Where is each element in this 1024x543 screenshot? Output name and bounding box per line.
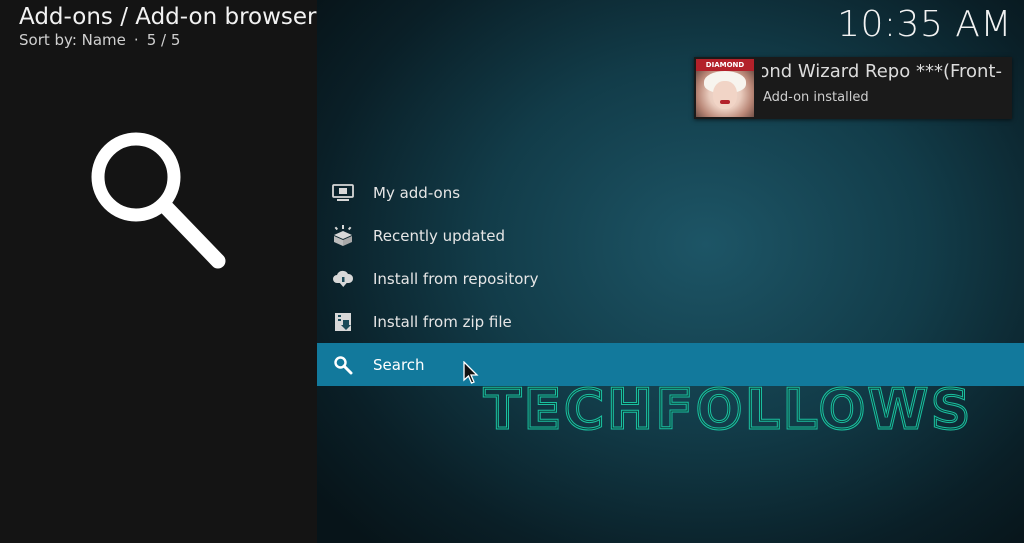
- menu-item-label: Install from zip file: [373, 312, 512, 331]
- notification-toast: DIAMOND REPO ond Wizard Repo ***(Front- …: [694, 57, 1012, 119]
- addon-thumbnail: DIAMOND REPO: [696, 59, 754, 117]
- watermark-text-inner: TECHFOLLOWS: [484, 380, 972, 440]
- menu-item-my-addons[interactable]: My add-ons: [317, 171, 1024, 214]
- search-illustration-icon: [91, 132, 226, 269]
- separator: ·: [133, 31, 139, 49]
- cloud-download-icon: [332, 268, 354, 290]
- notification-title: ond Wizard Repo ***(Front-: [762, 61, 1002, 82]
- watermark-logo: TECHFOLLOWS TECHFOLLOWS: [483, 380, 972, 440]
- menu-item-install-from-zip[interactable]: Install from zip file: [317, 300, 1024, 343]
- sort-info: Sort by: Name · 5 / 5: [19, 31, 180, 49]
- sort-label: Sort by: Name: [19, 31, 126, 49]
- menu-item-install-from-repository[interactable]: Install from repository: [317, 257, 1024, 300]
- menu-item-label: Recently updated: [373, 226, 506, 245]
- menu-item-label: Install from repository: [373, 269, 539, 288]
- monitor-box-icon: [332, 182, 354, 204]
- thumbnail-label: DIAMOND REPO: [696, 59, 754, 81]
- page-title: Add-ons / Add-on browser: [19, 4, 317, 30]
- menu-item-label: My add-ons: [373, 183, 461, 202]
- clock: 10:35 AM: [837, 4, 1012, 45]
- box-sparkle-icon: [332, 224, 354, 247]
- search-icon: [332, 354, 354, 376]
- addon-menu: My add-ons Recently updated Install from…: [317, 171, 1024, 386]
- zip-file-icon: [332, 311, 354, 333]
- mouse-pointer-icon: [463, 361, 479, 384]
- menu-item-label: Search: [373, 355, 425, 374]
- item-count: 5 / 5: [146, 31, 181, 49]
- notification-message: Add-on installed: [763, 90, 869, 105]
- menu-item-recently-updated[interactable]: Recently updated: [317, 214, 1024, 257]
